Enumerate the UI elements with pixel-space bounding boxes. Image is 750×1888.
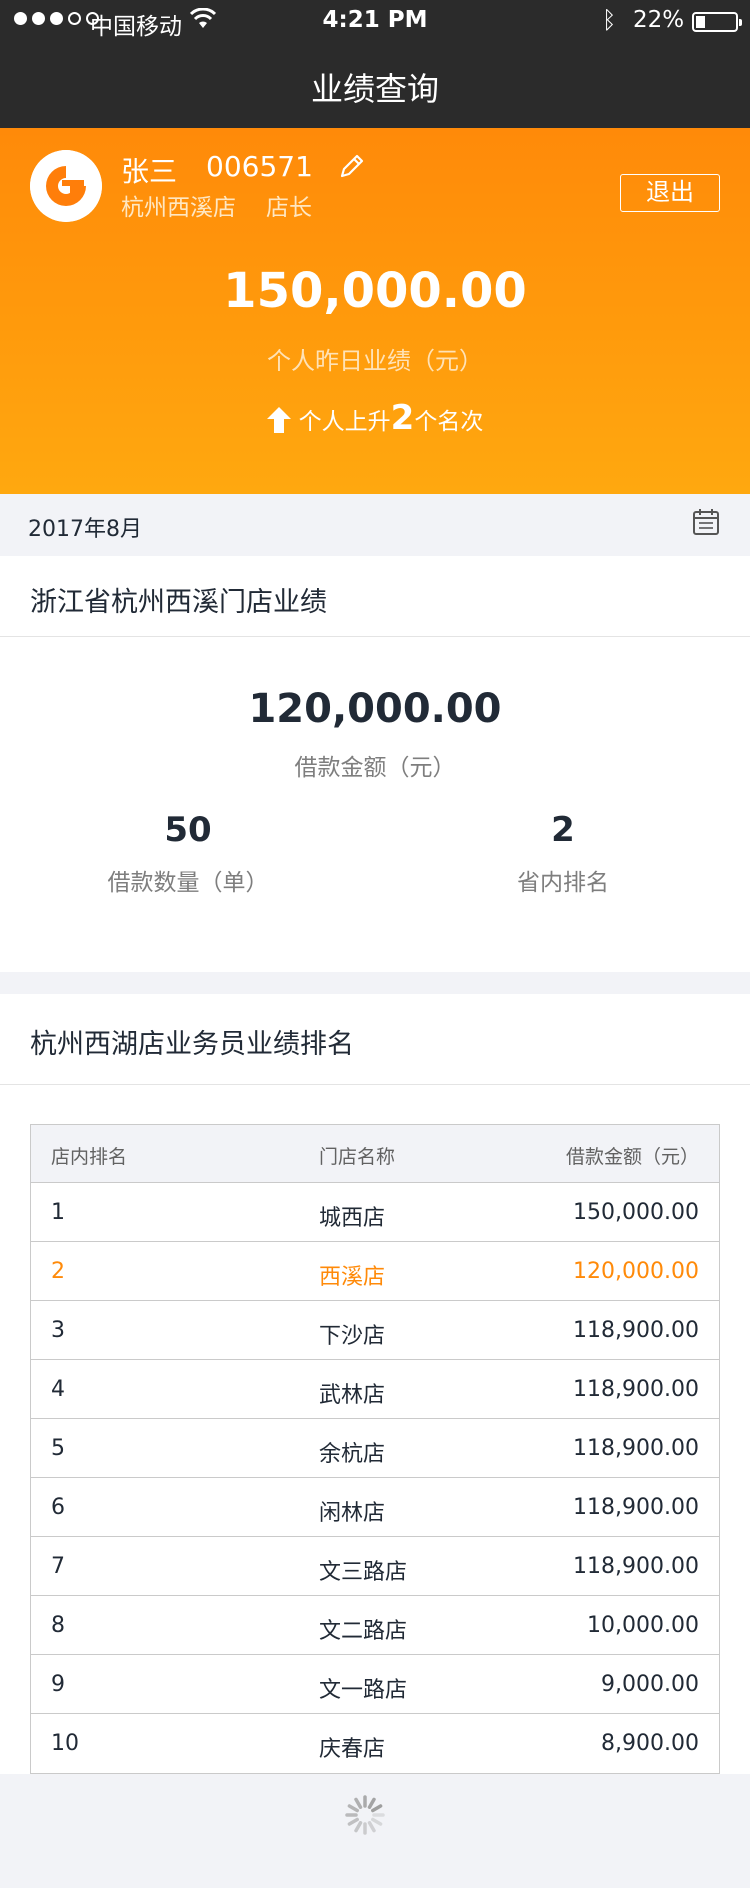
- store-cell: 余杭店: [319, 1442, 386, 1467]
- rank-change-number: 2: [390, 398, 415, 438]
- user-name: 张三: [121, 155, 178, 188]
- store-cell: 文三路店: [319, 1560, 408, 1585]
- selected-month: 2017年8月: [28, 517, 142, 542]
- rank-cell: 8: [51, 1613, 65, 1638]
- ranking-table: 店内排名 门店名称 借款金额（元） 1 城西店 150,000.00 2 西溪店 120,…: [30, 1124, 720, 1774]
- ranking-title: 杭州西湖店业务员业绩排名: [30, 1029, 354, 1060]
- rank-cell: 7: [51, 1554, 65, 1579]
- user-role: 店长: [266, 195, 312, 221]
- ranking-panel: 杭州西湖店业务员业绩排名 店内排名 门店名称 借款金额（元） 1 城西店 150,0…: [0, 994, 750, 1774]
- table-row[interactable]: 3 下沙店 118,900.00: [31, 1301, 719, 1360]
- amount-cell: 118,900.00: [573, 1436, 699, 1461]
- loan-amount-label: 借款金额（元）: [294, 755, 456, 781]
- logout-button[interactable]: 退出: [620, 174, 720, 212]
- store-cell: 下沙店: [319, 1324, 386, 1349]
- amount-cell: 118,900.00: [573, 1318, 699, 1343]
- header-amount: 借款金额（元）: [565, 1146, 699, 1168]
- top-bar: 中国移动 4:21 PM ᛒ 22% 业绩查询: [0, 0, 750, 128]
- user-store: 杭州西溪店: [121, 195, 236, 221]
- spinner-tick: [354, 1821, 363, 1833]
- avatar: [30, 150, 102, 222]
- rank-change: 个人上升2个名次: [0, 398, 750, 438]
- rank-cell: 1: [51, 1200, 65, 1225]
- store-cell: 文二路店: [319, 1619, 408, 1644]
- table-row[interactable]: 2 西溪店 120,000.00: [31, 1242, 719, 1301]
- employee-id: 006571: [206, 150, 313, 183]
- province-rank-value: 2: [551, 810, 575, 850]
- month-selector-bar[interactable]: 2017年8月: [0, 494, 750, 556]
- header-store: 门店名称: [319, 1146, 396, 1168]
- rank-cell: 9: [51, 1672, 65, 1697]
- table-row[interactable]: 4 武林店 118,900.00: [31, 1360, 719, 1419]
- bluetooth-icon: ᛒ: [602, 6, 617, 34]
- amount-cell: 118,900.00: [573, 1377, 699, 1402]
- amount-cell: 118,900.00: [573, 1495, 699, 1520]
- store-performance-panel: 浙江省杭州西溪门店业绩 120,000.00 借款金额（元） 50 借款数量（单…: [0, 556, 750, 972]
- rank-cell: 4: [51, 1377, 65, 1402]
- spinner-tick: [371, 1817, 383, 1826]
- amount-cell: 8,900.00: [601, 1731, 699, 1756]
- store-performance-title: 浙江省杭州西溪门店业绩: [30, 587, 327, 618]
- edit-pencil-icon[interactable]: [338, 152, 366, 180]
- brand-logo-icon: [30, 150, 102, 222]
- rank-change-prefix: 个人上升: [298, 409, 391, 435]
- rank-cell: 2: [51, 1259, 65, 1284]
- calendar-icon[interactable]: [692, 508, 720, 536]
- table-header: 店内排名 门店名称 借款金额（元）: [31, 1125, 719, 1183]
- divider: [0, 636, 750, 637]
- spinner-tick: [347, 1817, 359, 1826]
- spinner-tick: [367, 1797, 376, 1809]
- header-rank: 店内排名: [51, 1146, 128, 1168]
- divider: [0, 1084, 750, 1085]
- amount-cell: 118,900.00: [573, 1554, 699, 1579]
- spinner-tick: [367, 1821, 376, 1833]
- spinner-tick: [347, 1804, 359, 1813]
- rank-cell: 10: [51, 1731, 79, 1756]
- yesterday-performance-label: 个人昨日业绩（元）: [267, 347, 483, 375]
- loan-amount-value: 120,000.00: [248, 686, 502, 732]
- store-cell: 闲林店: [319, 1501, 386, 1526]
- amount-cell: 9,000.00: [601, 1672, 699, 1697]
- page-title: 业绩查询: [310, 70, 439, 108]
- battery-percent: 22%: [633, 7, 685, 33]
- store-cell: 城西店: [319, 1206, 386, 1231]
- table-row[interactable]: 1 城西店 150,000.00: [31, 1183, 719, 1242]
- table-row[interactable]: 7 文三路店 118,900.00: [31, 1537, 719, 1596]
- loan-count-value: 50: [164, 810, 212, 850]
- spinner-tick: [371, 1804, 383, 1813]
- store-cell: 文一路店: [319, 1678, 408, 1703]
- table-row[interactable]: 10 庆春店 8,900.00: [31, 1714, 719, 1773]
- loan-count-label: 借款数量（单）: [107, 870, 269, 896]
- arrow-up-icon: [266, 407, 291, 433]
- amount-cell: 120,000.00: [573, 1259, 699, 1284]
- rank-cell: 6: [51, 1495, 65, 1520]
- spinner-tick: [354, 1797, 363, 1809]
- profile-header: 张三 006571 杭州西溪店 店长 退出 150,000.00 个人昨日业绩（…: [0, 128, 750, 494]
- status-bar: 中国移动 4:21 PM ᛒ 22%: [0, 0, 750, 42]
- battery-icon: [692, 12, 742, 32]
- loading-spinner-icon: [345, 1795, 385, 1835]
- rank-change-suffix: 个名次: [414, 409, 484, 435]
- amount-cell: 150,000.00: [573, 1200, 699, 1225]
- yesterday-performance-amount: 150,000.00: [223, 263, 527, 319]
- table-row[interactable]: 6 闲林店 118,900.00: [31, 1478, 719, 1537]
- store-cell: 庆春店: [319, 1737, 386, 1762]
- rank-cell: 3: [51, 1318, 65, 1343]
- province-rank-label: 省内排名: [517, 870, 609, 896]
- table-row[interactable]: 8 文二路店 10,000.00: [31, 1596, 719, 1655]
- table-row[interactable]: 9 文一路店 9,000.00: [31, 1655, 719, 1714]
- store-cell: 西溪店: [319, 1265, 386, 1290]
- store-cell: 武林店: [319, 1383, 386, 1408]
- table-row[interactable]: 5 余杭店 118,900.00: [31, 1419, 719, 1478]
- rank-cell: 5: [51, 1436, 65, 1461]
- amount-cell: 10,000.00: [587, 1613, 699, 1638]
